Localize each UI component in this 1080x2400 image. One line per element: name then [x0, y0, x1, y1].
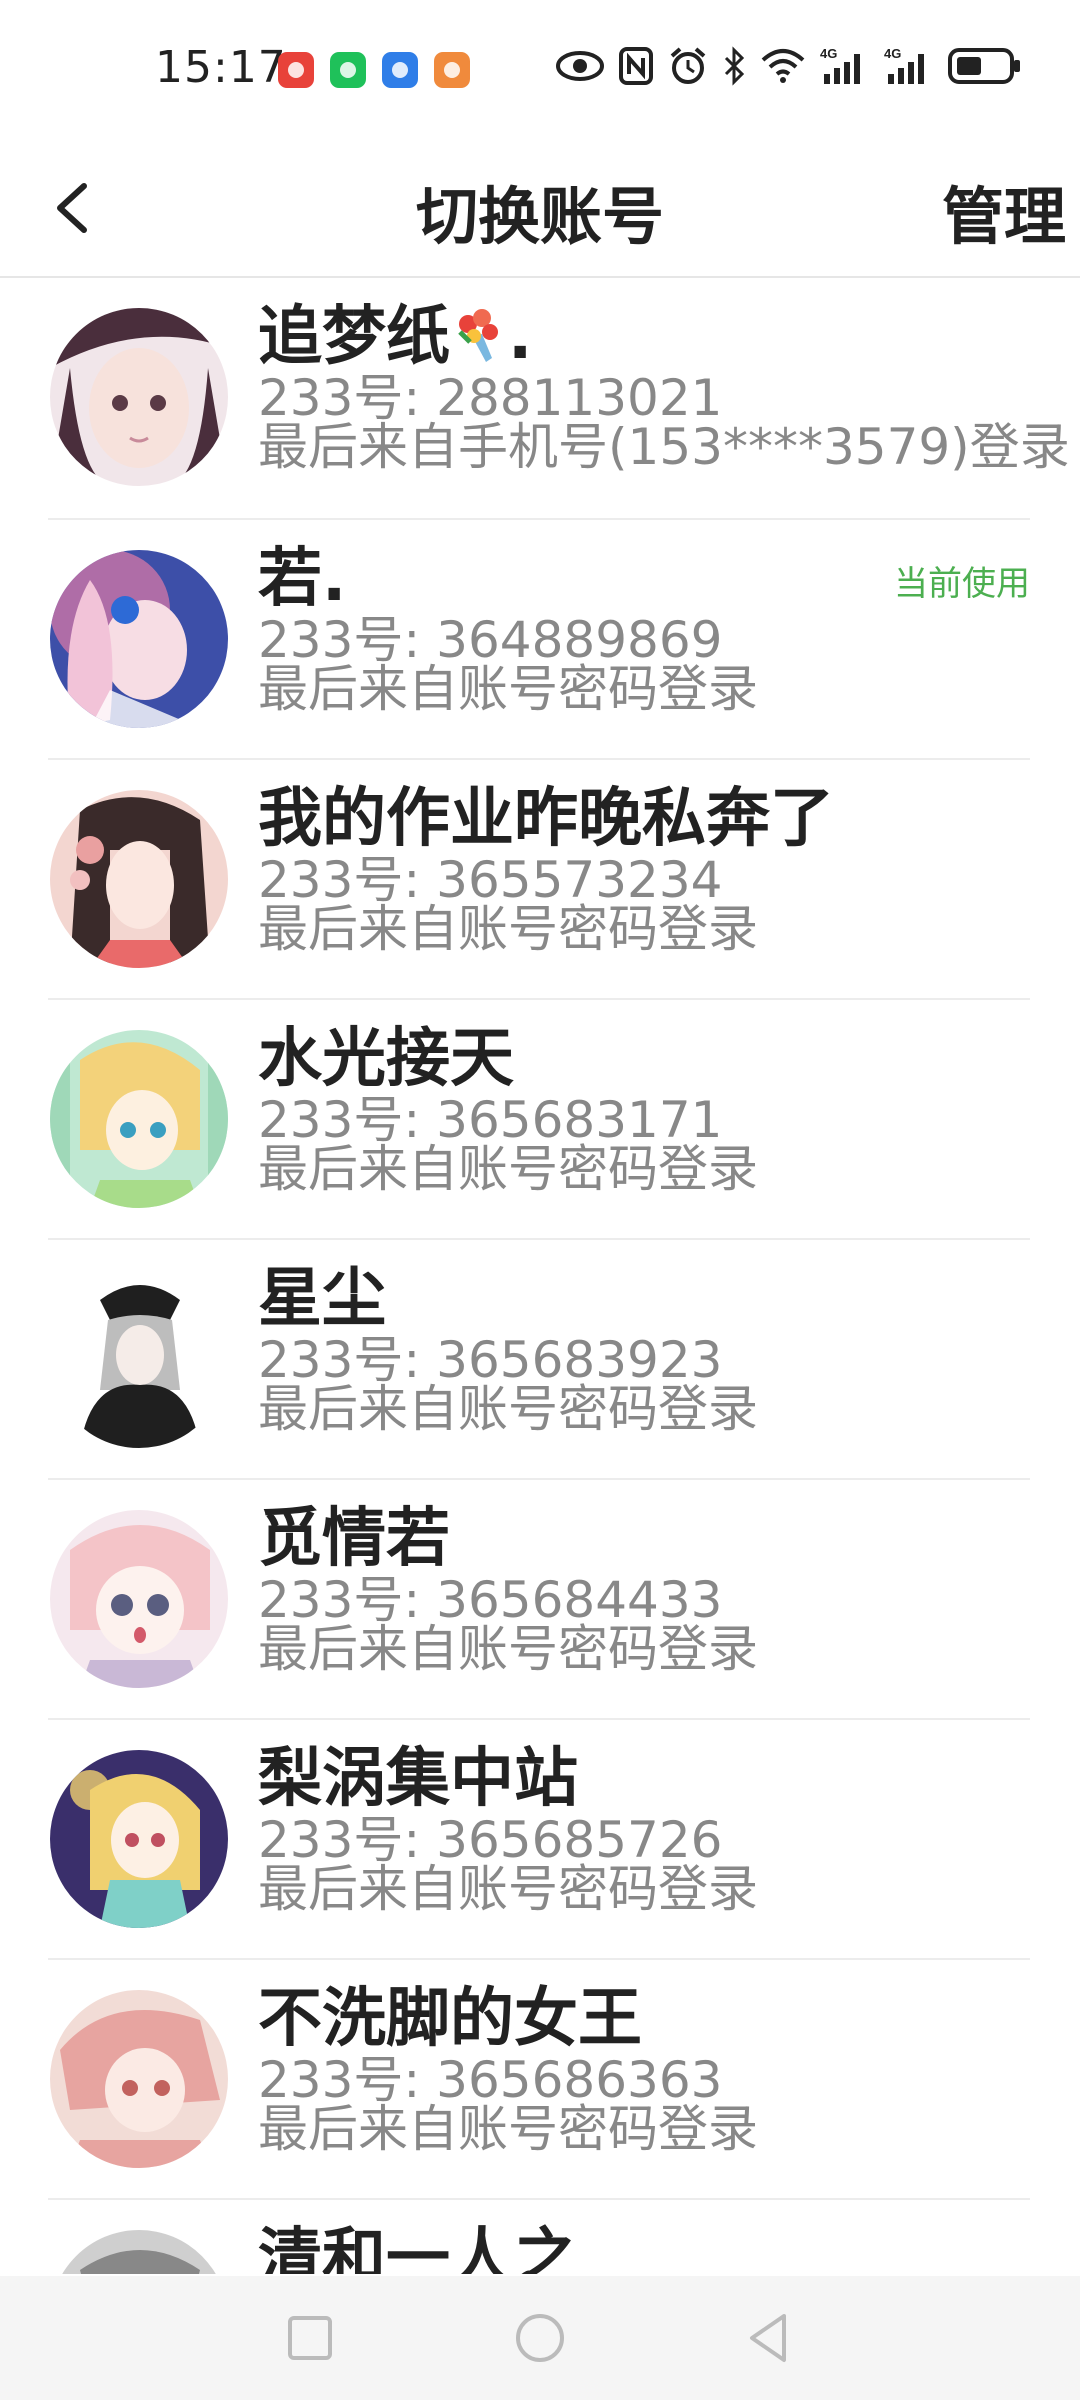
account-login-method: 最后来自账号密码登录: [258, 2100, 758, 2158]
upload-notification-icon: [382, 52, 418, 88]
account-uid: 233号: 365686363: [258, 2051, 723, 2109]
recents-button[interactable]: [278, 2306, 342, 2370]
account-login-method: 最后来自账号密码登录: [258, 660, 758, 718]
account-login-method: 最后来自手机号(153****3579)登录: [258, 418, 1070, 476]
eye-icon: [556, 49, 604, 87]
account-row[interactable]: 水光接天 233号: 365683171 最后来自账号密码登录: [48, 1000, 1030, 1240]
bouquet-emoji-icon: [450, 306, 508, 364]
account-row[interactable]: 星尘 233号: 365683923 最后来自账号密码登录: [48, 1240, 1030, 1480]
avatar: [50, 1270, 228, 1448]
account-login-method: 最后来自账号密码登录: [258, 1860, 758, 1918]
account-nickname: 觅情若: [258, 1502, 450, 1576]
wifi-icon: [760, 48, 806, 88]
account-nickname: 追梦纸.: [258, 300, 1028, 374]
account-nickname: 不洗脚的女王: [258, 1982, 642, 2056]
circle-home-icon: [516, 2314, 564, 2362]
account-login-method: 最后来自账号密码登录: [258, 1620, 758, 1678]
account-login-method: 最后来自账号密码登录: [258, 1380, 758, 1438]
account-row[interactable]: 梨涡集中站 233号: 365685726 最后来自账号密码登录: [48, 1720, 1030, 1960]
avatar: [50, 550, 228, 728]
app-header: 切换账号 管理: [0, 140, 1080, 278]
wechat-notification-icon: [330, 52, 366, 88]
account-row[interactable]: 觅情若 233号: 365684433 最后来自账号密码登录: [48, 1480, 1030, 1720]
avatar: [50, 1750, 228, 1928]
battery-icon: [948, 47, 1022, 89]
account-uid: 233号: 365683923: [258, 1331, 723, 1389]
avatar: [50, 790, 228, 968]
account-info: 水光接天 233号: 365683171 最后来自账号密码登录: [258, 1022, 1028, 1194]
account-uid: 233号: 365684433: [258, 1571, 723, 1629]
square-recents-icon: [288, 2316, 332, 2360]
4g-signal-icon-2: 4G: [884, 46, 934, 90]
account-uid: 233号: 288113021: [258, 369, 723, 427]
notification-app-icon: [278, 52, 314, 88]
status-bar: 15:17 4G 4G: [0, 0, 1080, 140]
4g-signal-icon: 4G: [820, 46, 870, 90]
signal-label-2: 4G: [884, 46, 901, 61]
account-info: 追梦纸. 233号: 288113021 最后来自手机号(153****3579…: [258, 300, 1070, 476]
system-nav-bar: [0, 2276, 1080, 2400]
account-info: 我的作业昨晚私奔了 233号: 365573234 最后来自账号密码登录: [258, 782, 1028, 954]
heart-app-notification-icon: [434, 52, 470, 88]
account-row[interactable]: 清和一人之: [48, 2200, 1030, 2274]
account-login-method: 最后来自账号密码登录: [258, 900, 758, 958]
account-info: 觅情若 233号: 365684433 最后来自账号密码登录: [258, 1502, 1028, 1674]
current-account-badge: 当前使用: [894, 564, 1030, 604]
account-nickname-suffix: .: [508, 300, 533, 374]
avatar: [50, 1990, 228, 2168]
account-nickname: 清和一人之: [258, 2222, 578, 2274]
nfc-icon: [618, 46, 654, 90]
account-uid: 233号: 365573234: [258, 851, 723, 909]
account-nickname: 我的作业昨晚私奔了: [258, 782, 834, 856]
account-row[interactable]: 追梦纸. 233号: 288113021 最后来自手机号(153****3579…: [48, 278, 1070, 520]
triangle-back-icon: [750, 2314, 786, 2362]
account-nickname: 星尘: [258, 1262, 386, 1336]
avatar: [50, 308, 228, 486]
signal-label-1: 4G: [820, 46, 837, 61]
bluetooth-icon: [722, 46, 746, 90]
page-title: 切换账号: [415, 180, 664, 253]
avatar: [50, 1030, 228, 1208]
account-info: 梨涡集中站 233号: 365685726 最后来自账号密码登录: [258, 1742, 1028, 1914]
account-nickname: 水光接天: [258, 1022, 514, 1096]
manage-button[interactable]: 管理: [942, 166, 1066, 256]
account-info: 清和一人之: [258, 2222, 1028, 2274]
account-nickname: 梨涡集中站: [258, 1742, 578, 1816]
account-nickname-text: 追梦纸: [258, 300, 450, 374]
account-uid: 233号: 365683171: [258, 1091, 723, 1149]
account-row[interactable]: 我的作业昨晚私奔了 233号: 365573234 最后来自账号密码登录: [48, 760, 1030, 1000]
account-row[interactable]: 若. 233号: 364889869 最后来自账号密码登录 当前使用: [48, 520, 1030, 760]
account-list: 追梦纸. 233号: 288113021 最后来自手机号(153****3579…: [0, 278, 1080, 2274]
avatar: [50, 1510, 228, 1688]
avatar: [50, 2230, 228, 2274]
account-row[interactable]: 不洗脚的女王 233号: 365686363 最后来自账号密码登录: [48, 1960, 1030, 2200]
account-uid: 233号: 365685726: [258, 1811, 723, 1869]
home-button[interactable]: [508, 2306, 572, 2370]
account-info: 不洗脚的女王 233号: 365686363 最后来自账号密码登录: [258, 1982, 1028, 2154]
alarm-icon: [668, 46, 708, 90]
account-login-method: 最后来自账号密码登录: [258, 1140, 758, 1198]
status-time: 15:17: [155, 42, 287, 93]
account-info: 星尘 233号: 365683923 最后来自账号密码登录: [258, 1262, 1028, 1434]
account-uid: 233号: 364889869: [258, 611, 723, 669]
back-nav-button[interactable]: [738, 2306, 802, 2370]
